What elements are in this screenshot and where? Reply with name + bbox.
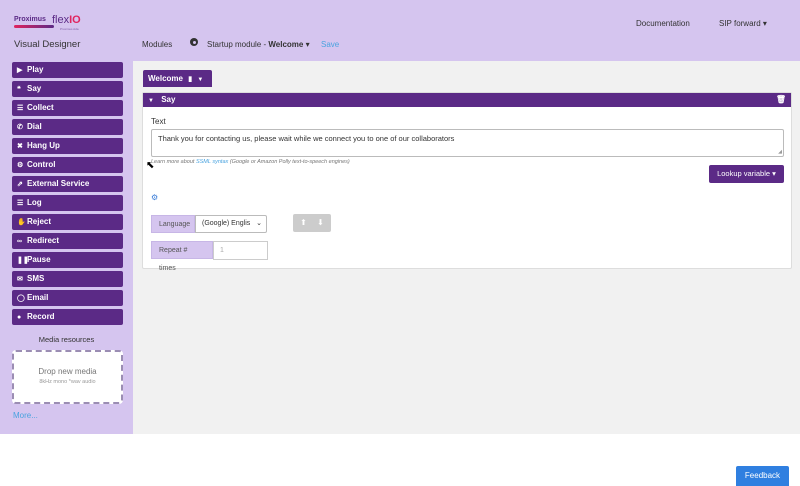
action-button-external-service[interactable]: ⇗ External Service [12,176,123,192]
action-label: Record [27,312,55,321]
tab-label: Welcome [148,74,183,83]
media-dropzone[interactable]: Drop new media 8kHz mono *wav audio [12,350,123,404]
logo[interactable]: Proximus flexIO Proximus Ada [14,14,84,32]
action-button-hang-up[interactable]: ✖ Hang Up [12,138,123,154]
module-status-icon [190,38,198,46]
link-icon: ∞ [17,238,22,245]
say-panel-header[interactable]: ▼ Say 🗑 [143,93,791,107]
action-label: Collect [27,103,54,112]
phone-icon: ✆ [17,124,23,131]
action-button-say[interactable]: ❝ Say [12,81,123,97]
tab-welcome[interactable]: Welcome ▮ ▼ [143,70,212,87]
top-header: Proximus flexIO Proximus Ada Visual Desi… [0,0,800,61]
action-label: Dial [27,122,42,131]
main-canvas: Welcome ▮ ▼ ▼ Say 🗑 Text Thank you for c… [133,61,800,434]
dropzone-subtitle: 8kHz mono *wav audio [39,379,96,385]
reorder-buttons: ⬆ ⬇ [293,214,331,232]
ssml-link[interactable]: SSML syntax [196,159,228,165]
action-button-log[interactable]: ☰ Log [12,195,123,211]
action-label: Say [27,84,42,93]
external-link-icon: ⇗ [17,181,23,188]
list-icon: ☰ [17,200,24,207]
microphone-icon: ● [17,314,22,321]
language-value: (Google) Englis [202,220,251,227]
sidebar: ▶ Play ❝ Say ☰ Collect ✆ Dial ✖ Hang Up ⚙ Control ⇗ E… [0,61,133,434]
gear-icon: ⚙ [17,162,24,169]
ssml-hint: Learn more about SSML syntax (Google or … [151,159,350,165]
action-button-sms[interactable]: ✉ SMS [12,271,123,287]
repeat-input[interactable]: 1 [213,241,268,260]
action-label: Pause [27,255,51,264]
panel-title: Say [161,95,176,104]
language-label: Language [151,215,195,233]
action-label: Hang Up [27,141,60,150]
action-button-play[interactable]: ▶ Play [12,62,123,78]
action-label: Log [27,198,42,207]
trash-icon[interactable]: 🗑 [776,93,786,107]
envelope-icon: ✉ [17,276,23,283]
action-button-pause[interactable]: ❚❚Pause [12,252,123,268]
text-value: Thank you for contacting us, please wait… [158,134,455,143]
repeat-label: Repeat # times [151,241,213,272]
arrow-up-icon[interactable]: ⬆ [299,217,308,229]
book-icon: ▮ [188,76,193,83]
feedback-button[interactable]: Feedback [736,466,789,486]
quote-icon: ❝ [17,86,21,93]
collapse-icon[interactable]: ▼ [148,98,154,104]
action-button-reject[interactable]: ✋Reject [12,214,123,230]
text-input[interactable]: Thank you for contacting us, please wait… [151,129,784,157]
more-link[interactable]: More... [13,411,38,420]
action-label: SMS [27,274,45,283]
action-label: Reject [27,217,52,226]
nav-sip-forward[interactable]: SIP forward ▾ [719,19,767,28]
action-button-control[interactable]: ⚙ Control [12,157,123,173]
language-select[interactable]: (Google) Englis ⌄ [195,215,267,233]
resize-handle-icon[interactable]: ◢ [778,149,782,155]
logo-swirl [14,25,54,28]
dropzone-title: Drop new media [38,367,97,376]
breadcrumb-modules[interactable]: Modules [142,40,172,49]
action-button-collect[interactable]: ☰ Collect [12,100,123,116]
action-label: Email [27,293,49,302]
comment-icon: ◯ [17,295,25,302]
logo-product: flexIO [52,14,81,26]
breadcrumb-module-select[interactable]: Startup module - Welcome ▾ [207,40,310,49]
list-icon: ☰ [17,105,24,112]
action-label: Control [27,160,56,169]
action-button-redirect[interactable]: ∞ Redirect [12,233,123,249]
say-panel: ▼ Say 🗑 Text Thank you for contacting us… [142,92,792,272]
action-label: Redirect [27,236,60,245]
thumbs-down-icon: ✋ [17,219,26,226]
save-link[interactable]: Save [321,40,339,49]
app-title: Visual Designer [14,39,81,50]
close-icon: ✖ [17,143,23,150]
play-icon: ▶ [17,67,23,74]
text-label: Text [151,117,166,126]
action-button-dial[interactable]: ✆ Dial [12,119,123,135]
action-label: External Service [27,179,90,188]
gear-icon[interactable]: ⚙ [151,193,158,202]
action-button-email[interactable]: ◯ Email [12,290,123,306]
action-label: Play [27,65,44,74]
lookup-variable-button[interactable]: Lookup variable ▾ [709,165,784,183]
logo-sub: Proximus Ada [60,27,79,31]
nav-documentation[interactable]: Documentation [636,19,690,28]
pause-icon: ❚❚ [17,257,29,264]
logo-brand: Proximus [14,16,46,23]
media-resources-title: Media resources [38,335,95,344]
chevron-down-icon: ⌄ [256,220,262,227]
arrow-down-icon[interactable]: ⬇ [316,217,325,229]
action-button-record[interactable]: ● Record [12,309,123,325]
chevron-down-icon[interactable]: ▼ [197,77,203,83]
